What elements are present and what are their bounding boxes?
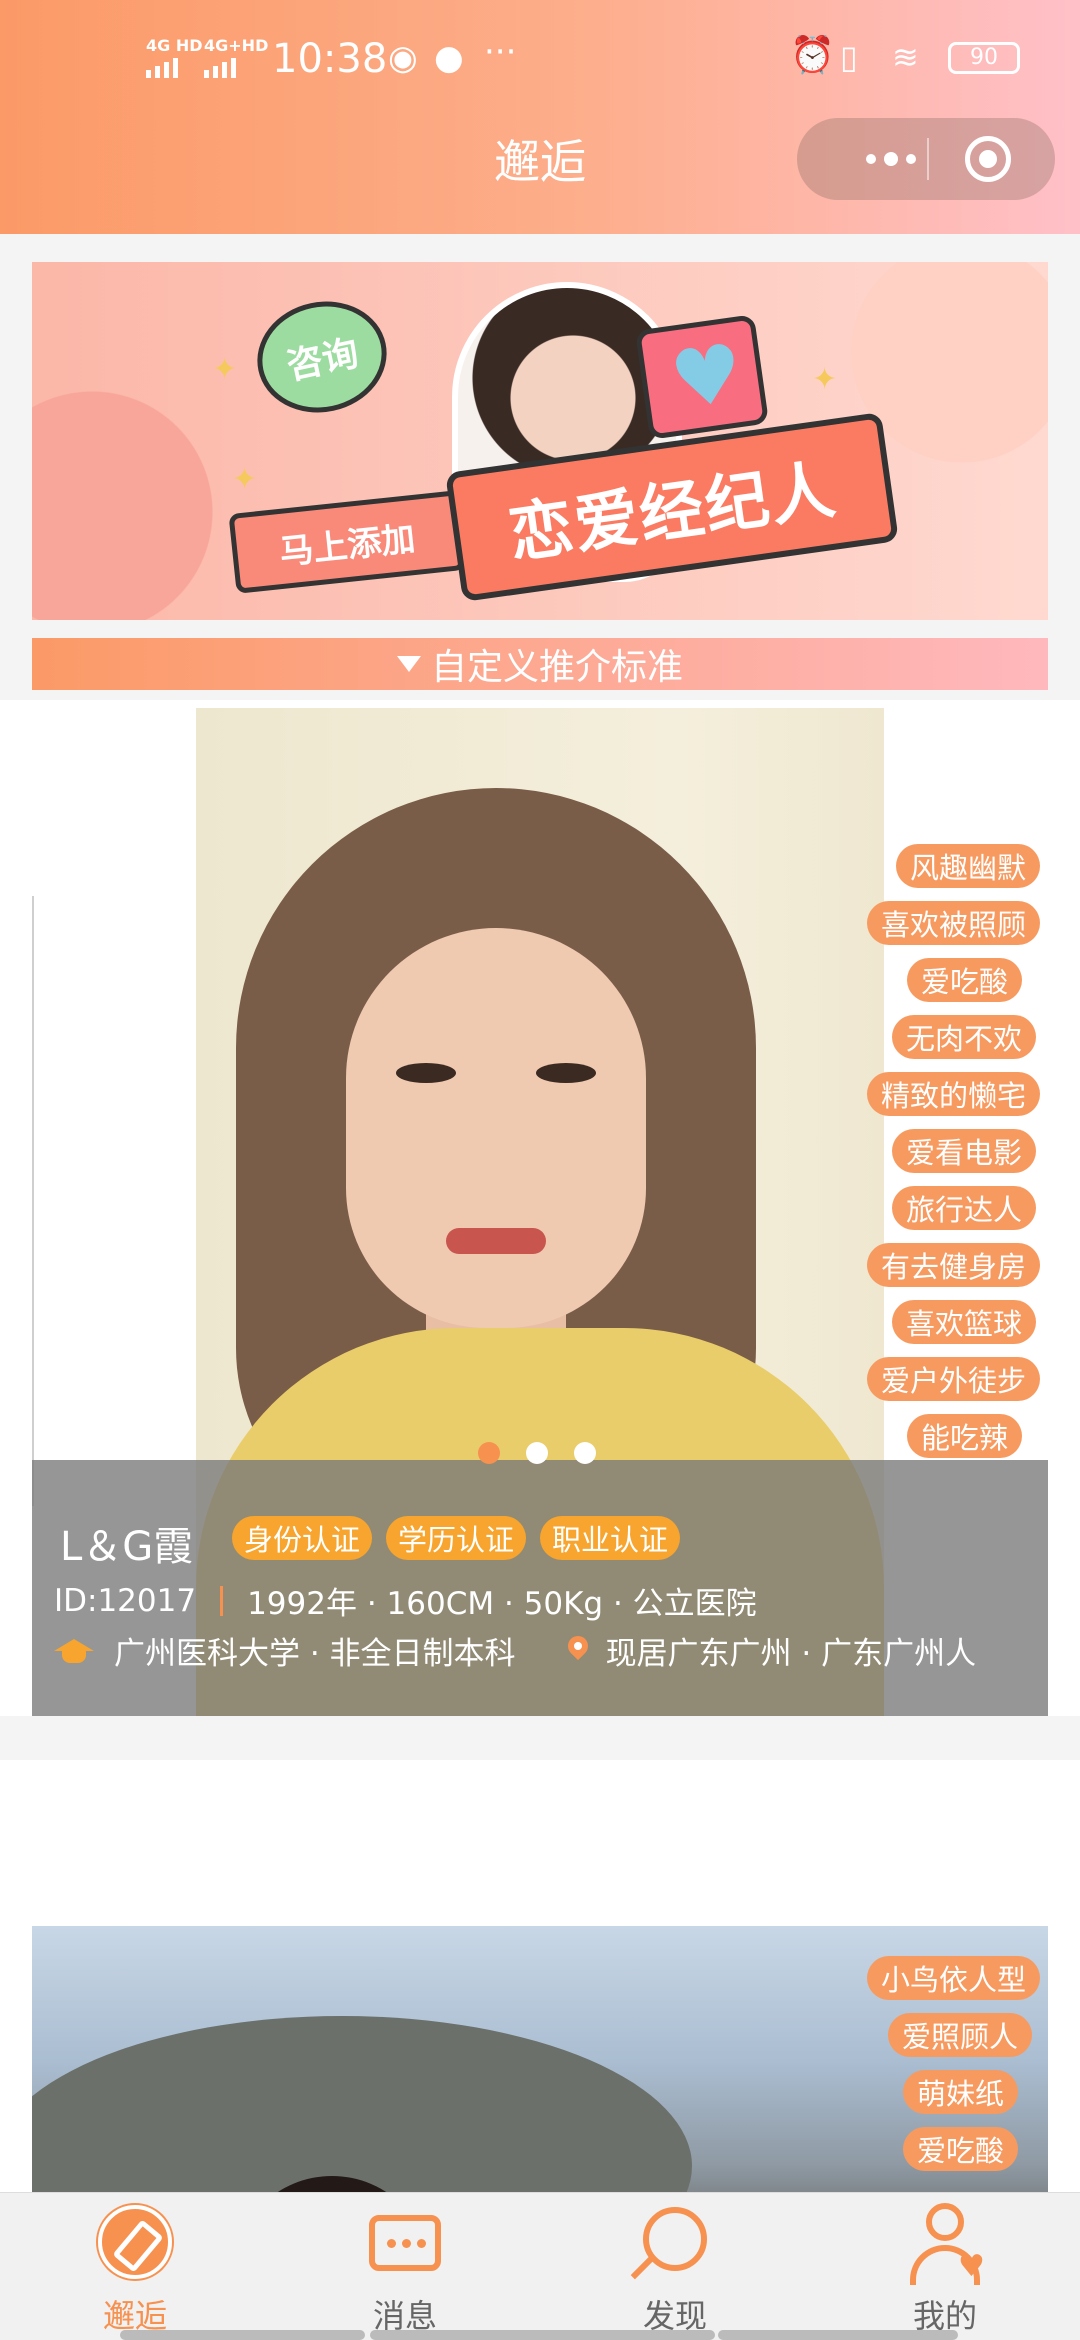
interest-tag: 有去健身房 xyxy=(866,1243,1040,1287)
location-pin-icon xyxy=(566,1636,590,1666)
network-label-2: 4G+HD xyxy=(204,36,269,55)
app-screen: 4G HD 4G+HD 10:38 ◉ ● ··· ⏰ ▯ ≋ 90 邂逅 ✦ … xyxy=(0,0,1080,2340)
interest-tag: 能吃辣 xyxy=(906,1414,1022,1458)
interest-tag: 爱看电影 xyxy=(891,1129,1036,1173)
more-notifications: ··· xyxy=(484,32,517,72)
star-icon: ✦ xyxy=(232,462,258,497)
tab-messages[interactable]: 消息 xyxy=(270,2193,540,2340)
chat-bubble-icon: ● xyxy=(434,38,464,78)
signal-icon-2 xyxy=(204,58,236,78)
interest-tag: 萌妹纸 xyxy=(902,2070,1018,2114)
graduation-cap-icon xyxy=(54,1637,94,1665)
home-indicator xyxy=(718,2330,958,2340)
carousel-dot[interactable] xyxy=(526,1442,548,1464)
verification-badges: 身份认证 学历认证 职业认证 xyxy=(232,1516,681,1560)
header: 4G HD 4G+HD 10:38 ◉ ● ··· ⏰ ▯ ≋ 90 邂逅 xyxy=(0,0,1080,234)
interest-tag: 爱吃酸 xyxy=(906,958,1022,1002)
profile-edu-location: 广州医科大学 · 非全日制本科 现居广东广州 · 广东广州人 xyxy=(54,1628,1044,1673)
interest-tag: 爱照顾人 xyxy=(887,2013,1032,2057)
profile-location: 现居广东广州 · 广东广州人 xyxy=(605,1636,977,1672)
interest-tag: 精致的懒宅 xyxy=(866,1072,1040,1116)
interest-tag: 无肉不欢 xyxy=(891,1015,1036,1059)
more-menu-button[interactable] xyxy=(831,118,951,200)
interest-tag: 爱吃酸 xyxy=(902,2127,1018,2171)
network-label-1: 4G HD xyxy=(146,36,203,55)
banner-heart-icon xyxy=(634,314,770,440)
carousel-dot[interactable] xyxy=(574,1442,596,1464)
user-heart-icon: ♥ xyxy=(910,2203,985,2285)
banner-consult-bubble: 咨询 xyxy=(246,289,398,425)
signal-icon xyxy=(146,58,178,78)
banner-add-now: 马上添加 xyxy=(228,490,466,594)
home-indicator xyxy=(120,2330,365,2340)
identity-verified-badge: 身份认证 xyxy=(232,1516,373,1560)
carousel-indicator xyxy=(478,1442,596,1464)
divider xyxy=(220,1585,224,1616)
interest-tag: 小鸟依人型 xyxy=(866,1956,1040,2000)
interest-tag: 风趣幽默 xyxy=(895,844,1040,888)
qq-icon: ◉ xyxy=(388,38,418,78)
battery-icon: 90 xyxy=(948,42,1020,74)
interest-tag: 喜欢篮球 xyxy=(891,1300,1036,1344)
matchmaker-banner[interactable]: ✦ ✦ ✦ ✦ 咨询 马上添加 恋爱经纪人 xyxy=(32,262,1048,620)
interest-tag: 喜欢被照顾 xyxy=(866,901,1040,945)
alarm-icon: ⏰ xyxy=(790,35,835,76)
compass-icon xyxy=(98,2205,172,2279)
star-icon: ✦ xyxy=(212,352,238,387)
home-indicator xyxy=(370,2330,715,2340)
custom-recommend-label: 自定义推介标准 xyxy=(430,647,683,688)
interest-tag: 爱户外徒步 xyxy=(866,1357,1040,1401)
close-miniapp-button[interactable] xyxy=(965,136,1011,182)
tab-encounter[interactable]: 邂逅 xyxy=(0,2193,270,2340)
message-icon xyxy=(369,2215,441,2271)
bottom-tab-bar: 邂逅 消息 发现 ♥ 我的 xyxy=(0,2192,1080,2340)
capsule-divider xyxy=(927,138,929,180)
vibrate-icon: ▯ xyxy=(840,38,858,76)
interest-tag: 旅行达人 xyxy=(891,1186,1036,1230)
tab-discover[interactable]: 发现 xyxy=(540,2193,810,2340)
profile-1-info[interactable]: L＆G霞 身份认证 学历认证 职业认证 ID:12017 1992年 · 160… xyxy=(32,1460,1048,1716)
profile-name: L＆G霞 xyxy=(60,1524,194,1570)
profile-education: 广州医科大学 · 非全日制本科 xyxy=(114,1636,516,1672)
miniapp-capsule xyxy=(797,118,1055,200)
job-verified-badge: 职业认证 xyxy=(540,1516,681,1560)
custom-recommend-button[interactable]: 自定义推介标准 xyxy=(32,638,1048,690)
triangle-down-icon xyxy=(396,656,421,672)
status-time: 10:38 xyxy=(272,36,388,82)
profile-basic-info: ID:12017 1992年 · 160CM · 50Kg · 公立医院 xyxy=(54,1578,757,1623)
carousel-edge xyxy=(32,896,34,1506)
wifi-icon: ≋ xyxy=(892,38,919,76)
star-icon: ✦ xyxy=(812,362,838,397)
profile-id: ID:12017 xyxy=(54,1582,197,1619)
profile-details: 1992年 · 160CM · 50Kg · 公立医院 xyxy=(247,1586,757,1622)
tab-mine[interactable]: ♥ 我的 xyxy=(810,2193,1080,2340)
carousel-dot-active[interactable] xyxy=(478,1442,500,1464)
status-bar: 4G HD 4G+HD 10:38 ◉ ● ··· ⏰ ▯ ≋ 90 xyxy=(0,28,1080,88)
education-verified-badge: 学历认证 xyxy=(386,1516,527,1560)
search-icon xyxy=(643,2207,707,2271)
